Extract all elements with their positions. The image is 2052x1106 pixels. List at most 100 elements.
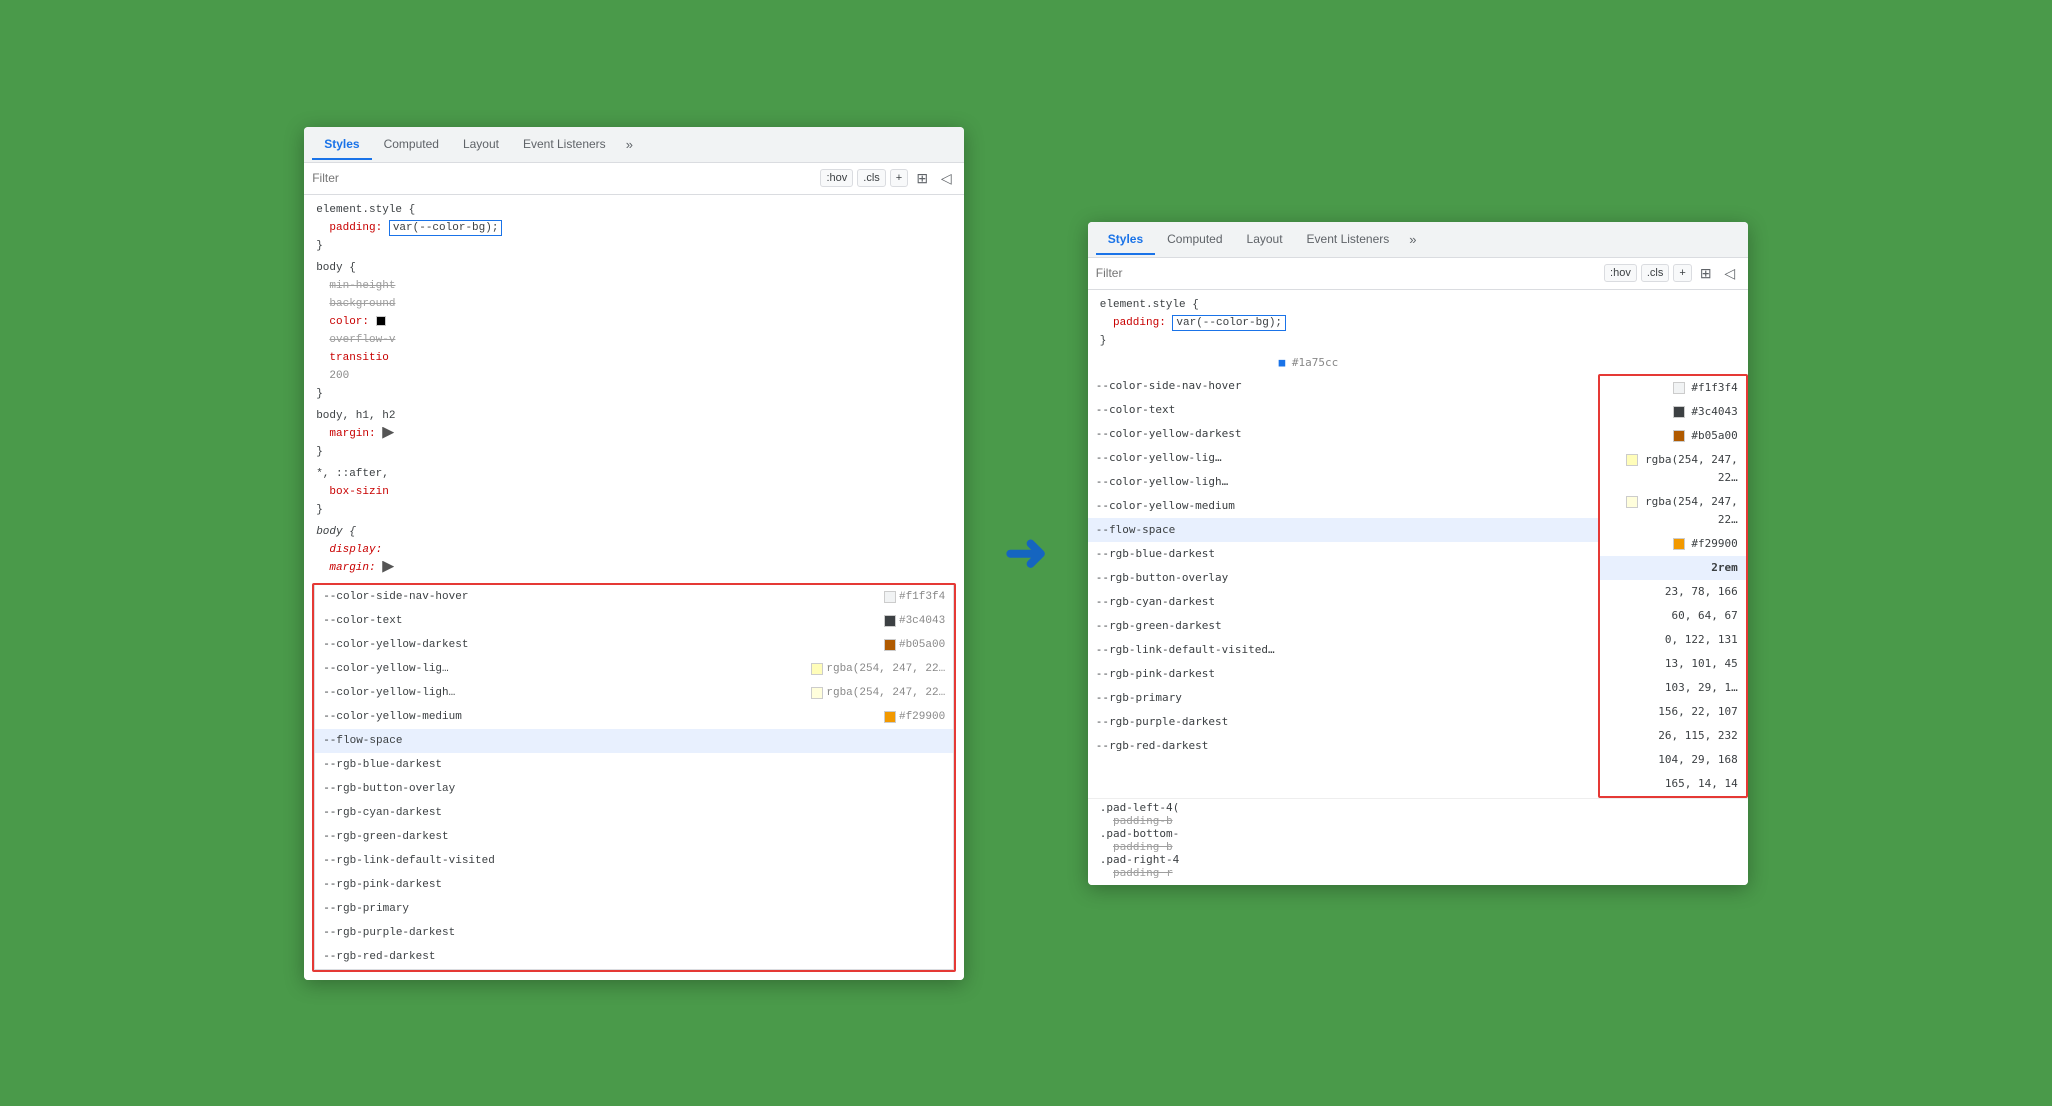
toggle-icon-right[interactable]: ◁ — [1720, 263, 1740, 283]
ac-item-flow-space[interactable]: --flow-space — [315, 729, 953, 753]
tab-layout-left[interactable]: Layout — [451, 129, 511, 159]
ac-item-yellow-lig[interactable]: --color-yellow-lig… rgba(254, 247, 22… — [315, 657, 953, 681]
cv-rgb-button-name: --rgb-button-overlay — [1088, 566, 1598, 590]
padding-prop-name-left: padding: — [329, 222, 382, 234]
tab-computed-right[interactable]: Computed — [1155, 224, 1234, 254]
color-swatch-left — [376, 316, 386, 326]
tab-more-right[interactable]: » — [1401, 228, 1424, 251]
pad-right-rule: .pad-right-4 padding r — [1100, 853, 1736, 879]
margin2-prop-left: margin: — [329, 562, 375, 574]
ac-item-side-nav-hover[interactable]: --color-side-nav-hover #f1f3f4 — [315, 585, 953, 609]
right-filter-input[interactable] — [1096, 266, 1596, 280]
cv-yellow-ligh-name: --color-yellow-ligh… — [1088, 470, 1598, 494]
computed-values-box: #f1f3f4 #3c4043 #b05 — [1598, 374, 1748, 798]
tab-more-left[interactable]: » — [618, 133, 641, 156]
element-style-selector-right: element.style { — [1100, 299, 1199, 311]
right-tabs-bar: Styles Computed Layout Event Listeners » — [1088, 222, 1748, 258]
cv-rgb-green-name: --rgb-green-darkest — [1088, 614, 1598, 638]
cv-rgb-link-name: --rgb-link-default-visited… — [1088, 638, 1598, 662]
ac-item-rgb-link-default[interactable]: --rgb-link-default-visited — [315, 849, 953, 873]
cv-rgb-button-val: 60, 64, 67 — [1600, 604, 1746, 628]
tab-computed-left[interactable]: Computed — [372, 129, 451, 159]
tab-styles-left[interactable]: Styles — [312, 129, 371, 159]
ac-item-rgb-primary[interactable]: --rgb-primary — [315, 897, 953, 921]
universal-rule-left: *, ::after, box-sizin } — [304, 463, 964, 521]
body-rule-left: body { min-height background color: over… — [304, 257, 964, 405]
cv-yellow-lig-val: rgba(254, 247, 22… — [1600, 448, 1746, 490]
margin2-arrow-left — [382, 561, 394, 573]
css-vars-table: --color-side-nav-hover --color-text --co… — [1088, 374, 1748, 798]
element-style-rule-left: element.style { padding: var(--color-bg)… — [304, 199, 964, 257]
cv-yellow-darkest-name: --color-yellow-darkest — [1088, 422, 1598, 446]
ac-item-rgb-purple-darkest[interactable]: --rgb-purple-darkest — [315, 921, 953, 945]
cv-rgb-primary-name: --rgb-primary — [1088, 686, 1598, 710]
cv-rgb-green-val: 13, 101, 45 — [1600, 652, 1746, 676]
element-style-selector-left: element.style { — [316, 204, 415, 216]
swatch-yellow-ligh — [811, 687, 823, 699]
swatch-r-yellow-darkest — [1673, 430, 1685, 442]
autocomplete-box-left: --color-side-nav-hover #f1f3f4 --color-t… — [312, 583, 956, 972]
ac-item-rgb-blue-darkest[interactable]: --rgb-blue-darkest — [315, 753, 953, 777]
toggle-icon-left[interactable]: ◁ — [936, 168, 956, 188]
tab-event-listeners-right[interactable]: Event Listeners — [1295, 224, 1402, 254]
tab-styles-right[interactable]: Styles — [1096, 224, 1155, 254]
body-h1-rule-left: body, h1, h2 margin: } — [304, 405, 964, 463]
cv-rgb-cyan-name: --rgb-cyan-darkest — [1088, 590, 1598, 614]
autocomplete-dropdown-left: --color-side-nav-hover #f1f3f4 --color-t… — [314, 585, 954, 970]
left-filter-input[interactable] — [312, 171, 812, 185]
add-btn-right[interactable]: + — [1673, 264, 1691, 282]
body-italic-rule-left: body { display: margin: — [304, 521, 964, 579]
css-vars-left-col: --color-side-nav-hover --color-text --co… — [1088, 374, 1598, 798]
settings-icon-right[interactable]: ⊞ — [1696, 263, 1716, 283]
padding-value-input-left[interactable]: var(--color-bg); — [389, 220, 503, 236]
cls-btn-left[interactable]: .cls — [857, 169, 886, 187]
ac-item-rgb-green-darkest[interactable]: --rgb-green-darkest — [315, 825, 953, 849]
swatch-r-side-nav — [1673, 382, 1685, 394]
margin-arrow-left — [382, 427, 394, 439]
body-selector-left: body { — [316, 262, 356, 274]
tab-layout-right[interactable]: Layout — [1235, 224, 1295, 254]
close-brace-1-right: } — [1100, 335, 1107, 347]
ac-item-yellow-darkest[interactable]: --color-yellow-darkest #b05a00 — [315, 633, 953, 657]
left-filter-bar: :hov .cls + ⊞ ◁ — [304, 163, 964, 195]
swatch-yellow-medium — [884, 711, 896, 723]
left-devtools-panel: Styles Computed Layout Event Listeners »… — [304, 127, 964, 980]
close-brace-1-left: } — [316, 240, 323, 252]
pad-left-rule: .pad-left-4( padding-b — [1100, 801, 1736, 827]
right-devtools-panel: Styles Computed Layout Event Listeners »… — [1088, 222, 1748, 885]
ac-item-rgb-button-overlay[interactable]: --rgb-button-overlay — [315, 777, 953, 801]
swatch-r-text — [1673, 406, 1685, 418]
padding-value-right[interactable]: var(--color-bg); — [1172, 315, 1286, 331]
cv-rgb-cyan-val: 0, 122, 131 — [1600, 628, 1746, 652]
cv-rgb-pink-name: --rgb-pink-darkest — [1088, 662, 1598, 686]
swatch-r-yellow-med — [1673, 538, 1685, 550]
cv-rgb-purple-val: 104, 29, 168 — [1600, 748, 1746, 772]
pad-bottom-rule: .pad-bottom- padding b — [1100, 827, 1736, 853]
close-brace-2-left: } — [316, 388, 323, 400]
ac-item-yellow-ligh[interactable]: --color-yellow-ligh… rgba(254, 247, 22… — [315, 681, 953, 705]
swatch-r-yellow-ligh — [1626, 496, 1638, 508]
cv-rgb-red-val: 165, 14, 14 — [1600, 772, 1746, 796]
cv-yellow-ligh-val: rgba(254, 247, 22… — [1600, 490, 1746, 532]
cv-yellow-medium-name: --color-yellow-medium — [1088, 494, 1598, 518]
body-italic-selector-left: body { — [316, 526, 356, 538]
cls-btn-right[interactable]: .cls — [1641, 264, 1670, 282]
swatch-color-text — [884, 615, 896, 627]
min-height-prop-left: min-height — [329, 280, 395, 292]
ac-item-yellow-medium[interactable]: --color-yellow-medium #f29900 — [315, 705, 953, 729]
transition-prop-left: transitio — [329, 352, 388, 364]
ac-item-rgb-cyan-darkest[interactable]: --rgb-cyan-darkest — [315, 801, 953, 825]
close-brace-3-left: } — [316, 446, 323, 458]
right-styles-content: element.style { padding: var(--color-bg)… — [1088, 290, 1748, 885]
ac-item-color-text[interactable]: --color-text #3c4043 — [315, 609, 953, 633]
background-prop-left: background — [329, 298, 395, 310]
tab-event-listeners-left[interactable]: Event Listeners — [511, 129, 618, 159]
add-btn-left[interactable]: + — [890, 169, 908, 187]
color-prop-left: color: — [329, 316, 369, 328]
ac-item-rgb-red-darkest[interactable]: --rgb-red-darkest — [315, 945, 953, 969]
hov-btn-right[interactable]: :hov — [1604, 264, 1637, 282]
settings-icon-left[interactable]: ⊞ — [912, 168, 932, 188]
hov-btn-left[interactable]: :hov — [820, 169, 853, 187]
right-filter-actions: :hov .cls + ⊞ ◁ — [1604, 263, 1740, 283]
ac-item-rgb-pink-darkest[interactable]: --rgb-pink-darkest — [315, 873, 953, 897]
